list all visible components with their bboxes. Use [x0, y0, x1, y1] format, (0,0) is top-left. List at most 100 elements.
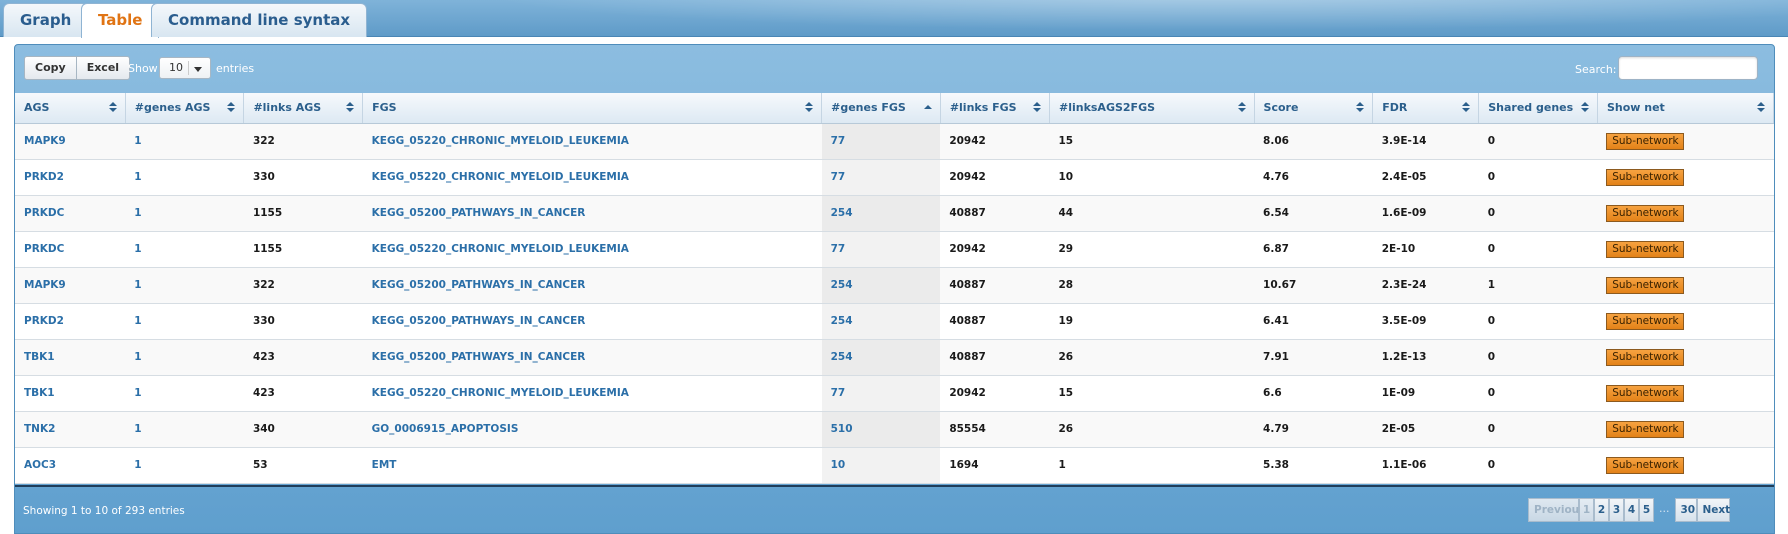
cell-ags[interactable]: MAPK9 [15, 267, 126, 304]
table-row: PRKDC 1 1155 KEGG_05200_PATHWAYS_IN_CANCER 2… [15, 195, 1774, 232]
table-body: MAPK9 1 322 KEGG_05220_CHRONIC_MYELOID_LEUK… [15, 123, 1774, 484]
cell-genes-ags[interactable]: 1 [125, 303, 244, 340]
column-header-genes-fgs[interactable]: #genes FGS [821, 93, 941, 124]
table-info: Showing 1 to 10 of 293 entries [23, 505, 185, 517]
search-input[interactable] [1618, 56, 1758, 80]
cell-ags[interactable]: PRKDC [15, 231, 126, 268]
excel-button[interactable]: Excel [76, 56, 131, 80]
column-header-ags[interactable]: AGS [15, 93, 126, 124]
page-button-5[interactable]: 5 [1639, 498, 1654, 522]
cell-genes-ags[interactable]: 1 [125, 447, 244, 484]
cell-fdr: 3.5E-09 [1372, 303, 1479, 340]
sub-network-button[interactable]: Sub-network [1606, 312, 1685, 330]
cell-links-ags2fgs: 28 [1049, 267, 1255, 304]
cell-fgs[interactable]: KEGG_05200_PATHWAYS_IN_CANCER [362, 195, 822, 232]
tab-table[interactable]: Table [81, 3, 160, 38]
page-button-last[interactable]: 30 [1674, 498, 1697, 522]
cell-genes-ags[interactable]: 1 [125, 159, 244, 196]
sub-network-button[interactable]: Sub-network [1606, 204, 1685, 222]
column-header-links-fgs[interactable]: #links FGS [940, 93, 1050, 124]
sub-network-button[interactable]: Sub-network [1606, 456, 1685, 474]
sub-network-button[interactable]: Sub-network [1606, 276, 1685, 294]
cell-genes-fgs[interactable]: 77 [821, 231, 941, 268]
column-header-fgs[interactable]: FGS [362, 93, 823, 124]
cell-genes-ags[interactable]: 1 [125, 375, 244, 412]
page-button-3[interactable]: 3 [1609, 498, 1624, 522]
cell-genes-fgs[interactable]: 10 [821, 447, 941, 484]
tab-graph[interactable]: Graph [3, 3, 89, 37]
column-header-label: Shared genes [1488, 101, 1574, 115]
pagination: Previous 12345 … 30 Next [1528, 498, 1730, 522]
cell-genes-ags[interactable]: 1 [125, 123, 244, 160]
cell-ags[interactable]: PRKDC [15, 195, 126, 232]
page-buttons: 12345 [1579, 498, 1654, 522]
page-button-1[interactable]: 1 [1579, 498, 1594, 522]
cell-ags[interactable]: PRKD2 [15, 159, 126, 196]
cell-shared-genes: 0 [1478, 159, 1598, 196]
cell-genes-fgs[interactable]: 254 [821, 195, 941, 232]
entries-select[interactable]: 10 [159, 57, 211, 79]
cell-links-ags2fgs: 44 [1049, 195, 1255, 232]
cell-score: 4.76 [1254, 159, 1373, 196]
cell-genes-ags[interactable]: 1 [125, 231, 244, 268]
tab-command-line-syntax[interactable]: Command line syntax [151, 3, 368, 37]
cell-fgs[interactable]: GO_0006915_APOPTOSIS [362, 411, 822, 448]
cell-genes-ags[interactable]: 1 [125, 411, 244, 448]
copy-button[interactable]: Copy [24, 56, 77, 80]
cell-genes-ags[interactable]: 1 [125, 195, 244, 232]
cell-links-ags2fgs: 15 [1049, 123, 1255, 160]
cell-genes-fgs[interactable]: 510 [821, 411, 941, 448]
table-row: AOC3 1 53 EMT 10 1694 1 5.38 1.1E-06 0 Sub-network [15, 447, 1774, 484]
cell-ags[interactable]: MAPK9 [15, 123, 126, 160]
column-header-label: #genes FGS [831, 101, 906, 115]
cell-fgs[interactable]: KEGG_05220_CHRONIC_MYELOID_LEUKEMIA [362, 159, 822, 196]
column-header-label: AGS [24, 101, 50, 115]
cell-ags[interactable]: TNK2 [15, 411, 126, 448]
column-header-score[interactable]: Score [1254, 93, 1374, 124]
cell-genes-fgs[interactable]: 254 [821, 303, 941, 340]
sub-network-button[interactable]: Sub-network [1606, 168, 1685, 186]
column-header-linksags2fgs[interactable]: #linksAGS2FGS [1049, 93, 1255, 124]
table-row: PRKD2 1 330 KEGG_05220_CHRONIC_MYELOID_LEUK… [15, 159, 1774, 196]
cell-ags[interactable]: TBK1 [15, 375, 126, 412]
sub-network-button[interactable]: Sub-network [1606, 348, 1685, 366]
cell-ags[interactable]: PRKD2 [15, 303, 126, 340]
cell-fgs[interactable]: EMT [362, 447, 822, 484]
cell-genes-fgs[interactable]: 77 [821, 123, 941, 160]
sub-network-button[interactable]: Sub-network [1606, 132, 1685, 150]
column-header-show-net[interactable]: Show net [1597, 93, 1775, 124]
cell-links-ags2fgs: 19 [1049, 303, 1255, 340]
cell-genes-fgs[interactable]: 254 [821, 339, 941, 376]
cell-genes-fgs[interactable]: 254 [821, 267, 941, 304]
column-header-genes-ags[interactable]: #genes AGS [125, 93, 245, 124]
cell-fgs[interactable]: KEGG_05200_PATHWAYS_IN_CANCER [362, 303, 822, 340]
column-header-label: FGS [372, 101, 397, 115]
sub-network-button[interactable]: Sub-network [1606, 384, 1685, 402]
cell-genes-fgs[interactable]: 77 [821, 375, 941, 412]
page-button-4[interactable]: 4 [1624, 498, 1639, 522]
sub-network-button[interactable]: Sub-network [1606, 240, 1685, 258]
cell-fgs[interactable]: KEGG_05200_PATHWAYS_IN_CANCER [362, 267, 822, 304]
cell-fgs[interactable]: KEGG_05220_CHRONIC_MYELOID_LEUKEMIA [362, 375, 822, 412]
cell-links-ags2fgs: 1 [1049, 447, 1255, 484]
column-header-fdr[interactable]: FDR [1372, 93, 1480, 124]
page-button-2[interactable]: 2 [1594, 498, 1609, 522]
cell-genes-fgs[interactable]: 77 [821, 159, 941, 196]
next-page-button[interactable]: Next [1696, 498, 1730, 522]
cell-genes-ags[interactable]: 1 [125, 267, 244, 304]
column-header-shared-genes[interactable]: Shared genes [1478, 93, 1598, 124]
column-header-label: #links FGS [949, 101, 1017, 115]
cell-ags[interactable]: AOC3 [15, 447, 126, 484]
cell-ags[interactable]: TBK1 [15, 339, 126, 376]
table-row: MAPK9 1 322 KEGG_05200_PATHWAYS_IN_CANCER 25… [15, 267, 1774, 304]
cell-fgs[interactable]: KEGG_05220_CHRONIC_MYELOID_LEUKEMIA [362, 123, 822, 160]
previous-page-button[interactable]: Previous [1528, 498, 1585, 522]
show-label: Show [128, 62, 158, 75]
column-header-links-ags[interactable]: #links AGS [243, 93, 364, 124]
cell-shared-genes: 0 [1478, 231, 1598, 268]
cell-fgs[interactable]: KEGG_05200_PATHWAYS_IN_CANCER [362, 339, 822, 376]
table-row: PRKDC 1 1155 KEGG_05220_CHRONIC_MYELOID_LEU… [15, 231, 1774, 268]
cell-genes-ags[interactable]: 1 [125, 339, 244, 376]
sub-network-button[interactable]: Sub-network [1606, 420, 1685, 438]
cell-fgs[interactable]: KEGG_05220_CHRONIC_MYELOID_LEUKEMIA [362, 231, 822, 268]
